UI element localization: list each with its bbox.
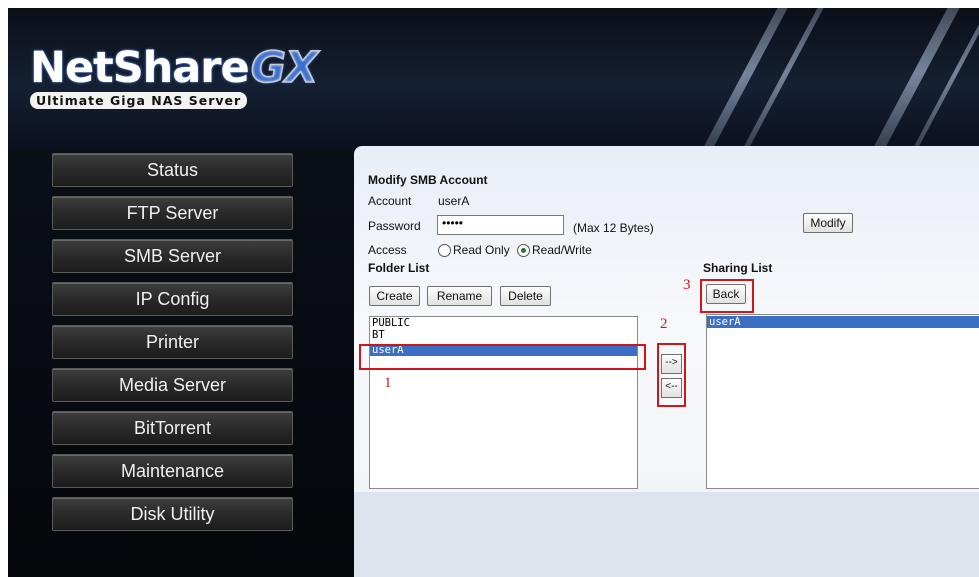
menu-item-maintenance[interactable]: Maintenance [52,454,293,488]
app-frame: NetShareGX Ultimate Giga NAS Server Stat… [8,8,979,577]
logo-main-text: NetShare [30,43,250,93]
annotation-step-1: 1 [384,375,392,391]
password-hint: (Max 12 Bytes) [573,221,654,235]
account-label: Account [368,194,412,208]
menu-item-ip-config[interactable]: IP Config [52,282,293,316]
read-only-label: Read Only [453,243,510,257]
logo-accent-text: GX [250,43,319,93]
menu-item-media-server[interactable]: Media Server [52,368,293,402]
annotation-box-arrows [657,343,686,407]
access-label: Access [368,243,407,257]
menu-item-ftp-server[interactable]: FTP Server [52,196,293,230]
header-banner: NetShareGX Ultimate Giga NAS Server [8,8,979,178]
folder-listbox[interactable]: PUBLIC BT userA [369,316,638,489]
create-button[interactable]: Create [369,286,420,306]
read-only-radio[interactable] [438,244,451,257]
annotation-box-folder [359,344,646,370]
form-title: Modify SMB Account [368,173,488,187]
annotation-step-3: 3 [683,277,691,293]
folder-list-title: Folder List [368,261,430,275]
sidebar-menu: Status FTP Server SMB Server IP Config P… [52,153,293,540]
password-field[interactable]: ••••• [437,215,564,235]
content-panel: Modify SMB Account Account userA Passwor… [354,146,979,577]
panel-footer-area [354,492,979,577]
read-write-radio[interactable] [517,244,530,257]
annotation-step-2: 2 [660,316,668,332]
sharing-item-selected[interactable]: userA [707,316,979,328]
logo: NetShareGX Ultimate Giga NAS Server [30,43,319,110]
sharing-listbox[interactable]: userA [706,314,979,489]
logo-tagline: Ultimate Giga NAS Server [30,92,248,109]
menu-item-smb-server[interactable]: SMB Server [52,239,293,273]
delete-button[interactable]: Delete [500,286,551,306]
modify-button[interactable]: Modify [803,213,853,233]
account-value: userA [438,194,470,208]
menu-item-bittorrent[interactable]: BitTorrent [52,411,293,445]
menu-item-status[interactable]: Status [52,153,293,187]
annotation-box-back [700,279,754,313]
folder-item[interactable]: PUBLIC [370,317,637,329]
menu-item-disk-utility[interactable]: Disk Utility [52,497,293,531]
sharing-list-title: Sharing List [703,261,773,275]
folder-item[interactable]: BT [370,329,637,341]
menu-item-printer[interactable]: Printer [52,325,293,359]
read-write-label: Read/Write [532,243,592,257]
rename-button[interactable]: Rename [427,286,492,306]
password-label: Password [368,219,421,233]
